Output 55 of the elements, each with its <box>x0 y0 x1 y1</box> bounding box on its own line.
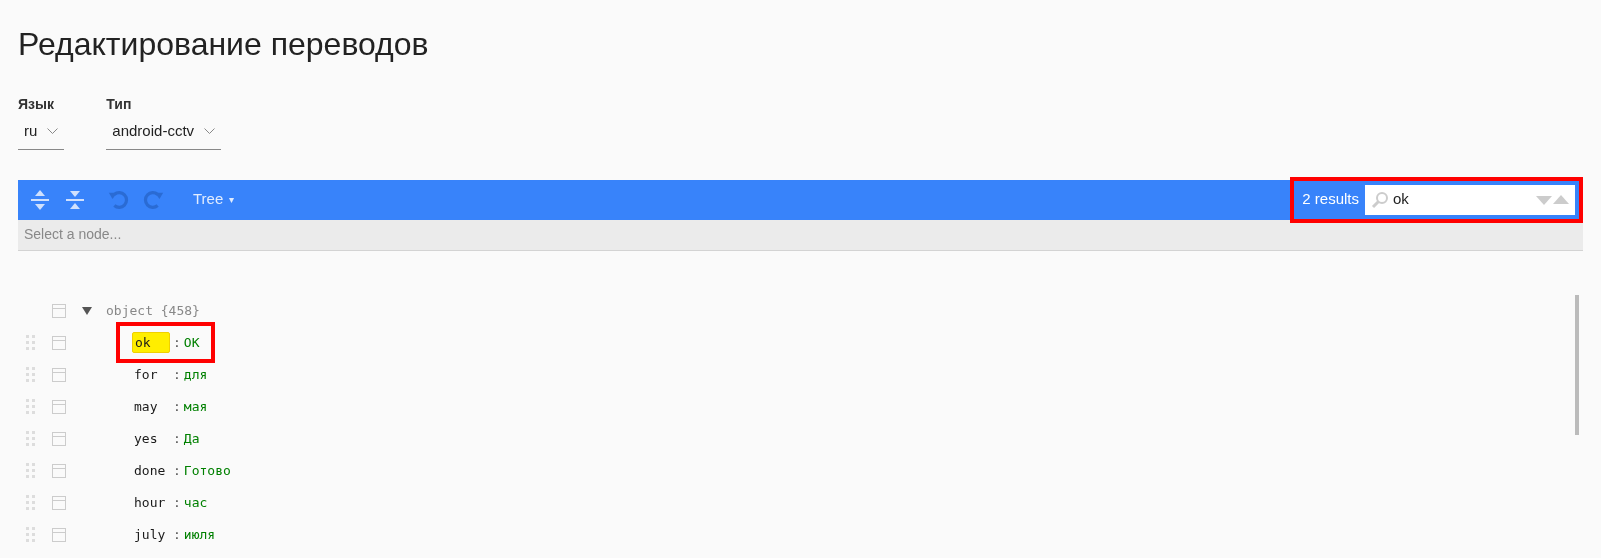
dropdown[interactable]: android-cctv <box>106 120 222 150</box>
separator: : <box>172 461 182 480</box>
node-key[interactable]: for <box>132 364 170 385</box>
drag-handle-icon[interactable] <box>26 334 37 351</box>
context-menu-icon[interactable] <box>52 431 66 446</box>
field-label: Язык <box>18 95 55 114</box>
node-value[interactable]: мая <box>183 396 208 417</box>
node-value[interactable]: OK <box>183 332 200 353</box>
drag-handle-icon[interactable] <box>26 526 37 543</box>
node-value[interactable]: Да <box>183 428 200 449</box>
search-input[interactable]: ok <box>1393 188 1533 211</box>
page-title: Редактирование переводов <box>18 25 429 64</box>
drag-handle-icon[interactable] <box>26 366 37 383</box>
drag-handle-icon[interactable] <box>26 462 37 479</box>
context-menu-icon[interactable] <box>52 399 66 414</box>
node-key[interactable]: july <box>132 524 170 545</box>
scrollbar[interactable] <box>1575 294 1579 435</box>
node-key[interactable]: yes <box>132 428 170 449</box>
drag-handle-icon[interactable] <box>26 494 37 511</box>
dropdown[interactable]: ru <box>18 120 65 150</box>
redo-icon[interactable] <box>143 188 165 211</box>
context-menu-icon[interactable] <box>52 303 66 318</box>
context-menu-icon[interactable] <box>52 367 66 382</box>
next-result-icon[interactable] <box>1536 193 1552 206</box>
expand-triangle-icon[interactable] <box>82 305 92 316</box>
separator: : <box>172 525 182 544</box>
node-value[interactable]: Готово <box>183 460 231 481</box>
search-icon <box>1371 190 1389 209</box>
separator: : <box>172 397 182 416</box>
context-menu-icon[interactable] <box>52 527 66 542</box>
drag-handle-icon[interactable] <box>26 398 37 415</box>
separator: : <box>172 333 182 352</box>
context-menu-icon[interactable] <box>52 495 66 510</box>
node-key[interactable]: done <box>132 460 170 481</box>
node-value[interactable]: июля <box>183 524 216 545</box>
separator: : <box>172 493 182 512</box>
node-value[interactable]: для <box>183 364 208 385</box>
context-menu-icon[interactable] <box>52 335 66 350</box>
node-key[interactable]: ok <box>132 331 170 354</box>
separator: : <box>172 429 182 448</box>
node-type: object {458} <box>106 301 200 320</box>
search-results-count: 2 results <box>1302 189 1359 210</box>
status-text: Select a node... <box>24 225 122 244</box>
drag-handle-icon[interactable] <box>26 430 37 447</box>
node-value[interactable]: час <box>183 492 208 513</box>
separator: : <box>172 365 182 384</box>
previous-result-icon[interactable] <box>1553 193 1569 206</box>
node-key[interactable]: hour <box>132 492 170 513</box>
chevron-down-icon <box>47 127 59 135</box>
undo-icon[interactable] <box>107 188 129 211</box>
context-menu-icon[interactable] <box>52 463 66 478</box>
chevron-down-icon <box>204 127 216 135</box>
search-field[interactable]: ok <box>1365 184 1575 215</box>
field-label: Тип <box>106 95 133 114</box>
node-key[interactable]: may <box>132 396 170 417</box>
